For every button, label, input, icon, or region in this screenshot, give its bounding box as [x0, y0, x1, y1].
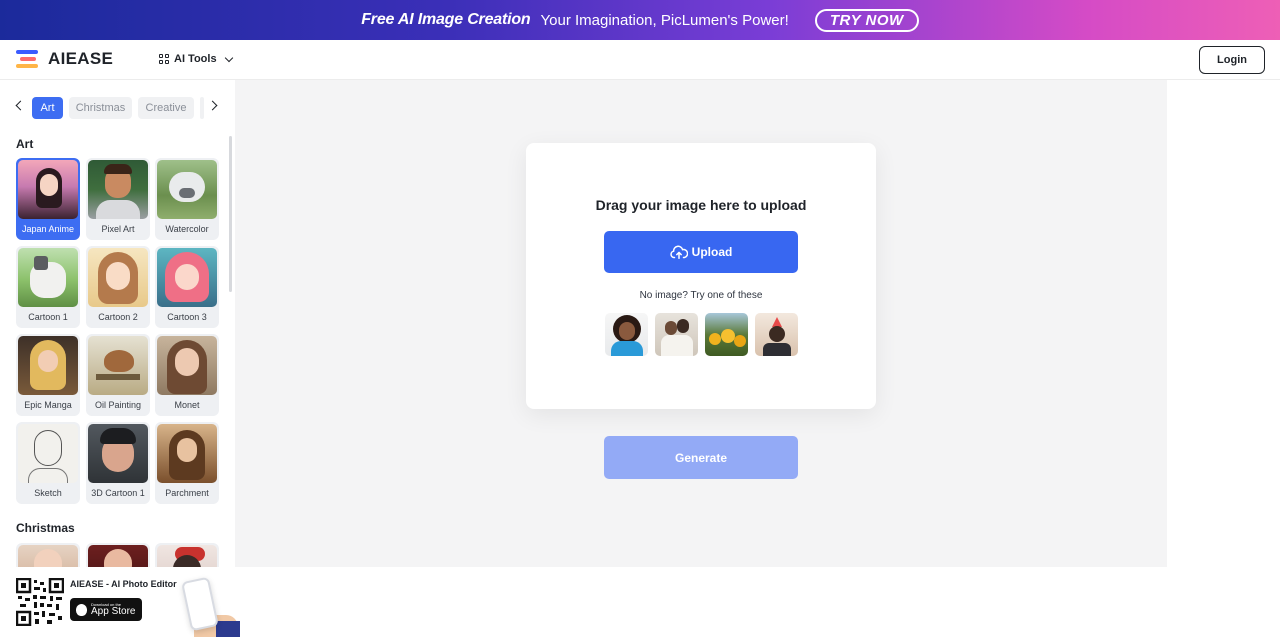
style-card-epic-manga[interactable]: Epic Manga — [16, 334, 80, 416]
style-card-sketch[interactable]: Sketch — [16, 422, 80, 504]
logo-mark-icon — [16, 50, 42, 68]
chevron-left-icon[interactable] — [15, 100, 26, 111]
style-thumbnail — [18, 424, 78, 483]
category-tabs: Art Christmas Creative — [0, 96, 235, 120]
ai-tools-menu[interactable]: AI Tools — [159, 53, 233, 65]
logo[interactable]: AIEASE — [16, 49, 113, 69]
drag-instruction: Drag your image here to upload — [595, 197, 807, 213]
style-card-pixel-art[interactable]: Pixel Art — [86, 158, 150, 240]
sample-image-woman[interactable] — [605, 313, 648, 356]
scrollbar[interactable] — [229, 136, 232, 292]
tab-creative[interactable]: Creative — [138, 97, 194, 119]
promo-banner[interactable]: Free AI Image Creation Your Imagination,… — [0, 0, 1280, 40]
style-card-cartoon-1[interactable]: Cartoon 1 — [16, 246, 80, 328]
section-title-christmas: Christmas — [16, 521, 75, 535]
style-label: Watercolor — [165, 224, 209, 234]
style-thumbnail — [18, 545, 78, 567]
app-store-button[interactable]: Download on the App Store — [70, 598, 142, 621]
style-label: 3D Cartoon 1 — [91, 488, 145, 498]
promo-title: AIEASE - AI Photo Editor — [70, 579, 177, 589]
style-sidebar: Art Christmas Creative Art Japan Anime P… — [0, 80, 235, 567]
style-thumbnail — [88, 545, 148, 567]
style-card-watercolor[interactable]: Watercolor — [155, 158, 219, 240]
apple-icon — [76, 603, 87, 616]
style-label: Epic Manga — [24, 400, 72, 410]
qr-code-icon — [16, 578, 64, 626]
style-card-oil-painting[interactable]: Oil Painting — [86, 334, 150, 416]
style-label: Japan Anime — [21, 224, 75, 234]
style-thumbnail — [157, 248, 217, 307]
upload-label: Upload — [691, 245, 733, 259]
style-thumbnail — [157, 545, 217, 567]
phone-illustration — [181, 576, 219, 632]
try-now-button[interactable]: TRY NOW — [814, 8, 919, 32]
section-title-art: Art — [16, 137, 34, 151]
style-thumbnail — [157, 160, 217, 219]
banner-tagline: Your Imagination, PicLumen's Power! — [540, 11, 789, 29]
style-thumbnail — [157, 424, 217, 483]
style-card-3d-cartoon-1[interactable]: 3D Cartoon 1 — [86, 422, 150, 504]
style-thumbnail — [18, 160, 78, 219]
sample-hint: No image? Try one of these — [639, 290, 763, 301]
top-nav: AIEASE AI Tools Login — [0, 40, 1280, 80]
cloud-upload-icon — [669, 245, 688, 259]
sample-image-couple[interactable] — [655, 313, 698, 356]
store-big-text: App Store — [91, 605, 136, 617]
generate-button[interactable]: Generate — [604, 436, 798, 479]
grid-icon — [159, 54, 169, 64]
style-thumbnail — [18, 248, 78, 307]
tab-overflow[interactable] — [200, 97, 204, 119]
logo-text: AIEASE — [48, 49, 114, 68]
sample-image-sunflowers[interactable] — [705, 313, 748, 356]
chevron-down-icon — [224, 53, 233, 62]
style-card[interactable] — [16, 543, 80, 567]
login-button[interactable]: Login — [1199, 46, 1265, 74]
style-label: Cartoon 3 — [167, 312, 207, 322]
style-card-monet[interactable]: Monet — [155, 334, 219, 416]
style-label: Monet — [174, 400, 200, 410]
style-thumbnail — [157, 336, 217, 395]
sample-image-party[interactable] — [755, 313, 798, 356]
style-card[interactable] — [86, 543, 150, 567]
app-promo: AIEASE - AI Photo Editor Download on the… — [0, 567, 240, 637]
style-thumbnail — [88, 248, 148, 307]
sample-images — [605, 313, 798, 356]
style-thumbnail — [88, 424, 148, 483]
style-card[interactable] — [155, 543, 219, 567]
upload-button[interactable]: Upload — [604, 231, 798, 273]
chevron-right-icon[interactable] — [207, 100, 218, 111]
banner-highlight: Free AI Image Creation — [361, 11, 531, 28]
ai-tools-label: AI Tools — [174, 53, 217, 65]
style-thumbnail — [88, 336, 148, 395]
style-card-cartoon-3[interactable]: Cartoon 3 — [155, 246, 219, 328]
style-label: Cartoon 2 — [98, 312, 138, 322]
style-label: Pixel Art — [101, 224, 135, 234]
tab-christmas[interactable]: Christmas — [69, 97, 132, 119]
style-thumbnail — [88, 160, 148, 219]
style-label: Parchment — [165, 488, 209, 498]
tab-art[interactable]: Art — [32, 97, 63, 119]
style-card-cartoon-2[interactable]: Cartoon 2 — [86, 246, 150, 328]
style-card-parchment[interactable]: Parchment — [155, 422, 219, 504]
style-label: Cartoon 1 — [28, 312, 68, 322]
style-thumbnail — [18, 336, 78, 395]
style-label: Sketch — [34, 488, 62, 498]
style-label: Oil Painting — [94, 400, 142, 410]
upload-dropzone[interactable]: Drag your image here to upload Upload No… — [526, 143, 876, 409]
workspace: Drag your image here to upload Upload No… — [235, 80, 1167, 567]
style-card-japan-anime[interactable]: Japan Anime — [16, 158, 80, 240]
sleeve-illustration — [216, 621, 240, 637]
